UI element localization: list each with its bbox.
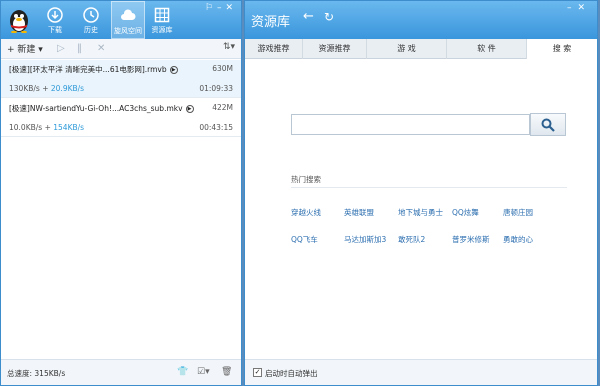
grid-icon — [154, 7, 170, 23]
cloud-icon — [121, 9, 136, 20]
pause-icon[interactable]: ‖ — [77, 43, 82, 54]
hot-search-link[interactable]: 马达加斯加3 — [344, 234, 386, 245]
nav-tab-history[interactable]: 历史 — [77, 1, 105, 39]
download-icon — [47, 7, 63, 23]
qq-penguin-icon[interactable] — [8, 7, 30, 33]
hot-search-link[interactable]: 勇敢的心 — [503, 234, 533, 245]
task-name: [极速][环太平洋 清晰完美中...61电影网].rmvb ▶ — [9, 64, 178, 75]
task-remaining-time: 01:09:33 — [199, 84, 233, 93]
nav-tab-cloud[interactable]: 旋风空间 — [111, 1, 145, 39]
category-tabs: 游戏推荐 资源推荐 游 戏 软 件 搜 索 — [245, 39, 597, 60]
hot-search-link[interactable]: 穿越火线 — [291, 207, 321, 218]
upload-speed: 154KB/s — [53, 123, 85, 132]
divider — [291, 187, 567, 188]
skin-icon[interactable]: ⚐ — [205, 3, 217, 13]
checklist-icon[interactable]: ☑▾ — [197, 367, 210, 377]
hot-search-link[interactable]: QQ飞车 — [291, 234, 318, 245]
task-row[interactable]: [极速][环太平洋 清晰完美中...61电影网].rmvb ▶ 630M 130K… — [1, 60, 241, 98]
task-name: [极速]NW-sartiendYu-Gi-Oh!...AC3chs_sub.mk… — [9, 103, 194, 114]
download-speed: 10.0KB/s — [9, 123, 43, 132]
close-button[interactable]: ✕ — [225, 3, 237, 13]
nav-tab-label: 下载 — [48, 26, 62, 34]
nav-tab-library[interactable]: 资源库 — [147, 1, 177, 39]
new-task-label: + 新建 — [7, 45, 36, 55]
hot-search-link[interactable]: 敢死队2 — [398, 234, 425, 245]
new-task-button[interactable]: + 新建 ▾ — [7, 42, 43, 55]
tab-game-recommend[interactable]: 游戏推荐 — [245, 39, 303, 59]
new-task-dropdown-icon[interactable]: ▾ — [38, 45, 43, 55]
total-speed: 总速度: 315KB/s — [7, 369, 66, 378]
panel-title: 资源库 — [251, 15, 291, 30]
task-speed: 130KB/s + 20.9KB/s — [9, 84, 85, 93]
search-input[interactable] — [291, 114, 530, 135]
task-size: 630M — [212, 64, 233, 73]
tab-search[interactable]: 搜 索 — [527, 39, 597, 60]
task-remaining-time: 00:43:15 — [199, 123, 233, 132]
delete-icon[interactable]: ✕ — [97, 43, 105, 54]
nav-tab-label: 历史 — [84, 26, 98, 34]
auto-popup-checkbox[interactable]: ✓ — [253, 368, 262, 377]
back-arrow-icon[interactable]: ← — [303, 9, 314, 24]
resource-library-panel: 资源库 ← ↻ –✕ 游戏推荐 资源推荐 游 戏 软 件 搜 索 热门搜索 穿越… — [244, 0, 598, 386]
download-panel: 下载 历史 旋风空间 资源库 ⚐–✕ + 新建 ▾ ▷ ‖ ✕ ⇅▾ [极速][… — [0, 0, 242, 386]
right-header: 资源库 ← ↻ –✕ — [245, 1, 597, 39]
sort-button[interactable]: ⇅▾ — [223, 42, 235, 52]
search-icon — [541, 118, 555, 132]
left-footer: 总速度: 315KB/s 👕 ☑▾ 🗑 — [1, 359, 241, 385]
search-button[interactable] — [530, 113, 566, 136]
task-name-text: [极速]NW-sartiendYu-Gi-Oh!...AC3chs_sub.mk… — [9, 104, 183, 113]
nav-tab-label: 旋风空间 — [114, 27, 142, 35]
task-speed: 10.0KB/s + 154KB/s — [9, 123, 85, 132]
trash-icon[interactable]: 🗑 — [221, 367, 232, 377]
refresh-icon[interactable]: ↻ — [324, 10, 334, 24]
hot-search-link[interactable]: 英雄联盟 — [344, 207, 374, 218]
task-name-text: [极速][环太平洋 清晰完美中...61电影网].rmvb — [9, 65, 167, 74]
auto-popup-label: 启动时自动弹出 — [265, 369, 318, 378]
hot-search-link[interactable]: 唐顿庄园 — [503, 207, 533, 218]
tab-software[interactable]: 软 件 — [447, 39, 527, 59]
tab-games[interactable]: 游 戏 — [367, 39, 447, 59]
tab-resource-recommend[interactable]: 资源推荐 — [303, 39, 367, 59]
history-icon — [83, 7, 99, 23]
hot-search-title: 热门搜索 — [291, 175, 321, 184]
nav-tab-download[interactable]: 下载 — [41, 1, 69, 39]
task-row[interactable]: [极速]NW-sartiendYu-Gi-Oh!...AC3chs_sub.mk… — [1, 99, 241, 137]
nav-tab-label: 资源库 — [151, 26, 173, 34]
start-icon[interactable]: ▷ — [57, 43, 65, 54]
task-size: 422M — [212, 103, 233, 112]
hot-search-link[interactable]: 地下城与勇士 — [398, 207, 443, 218]
left-header: 下载 历史 旋风空间 资源库 ⚐–✕ — [1, 1, 241, 39]
hot-search-link[interactable]: 普罗米修斯 — [452, 234, 490, 245]
left-window-controls: ⚐–✕ — [205, 3, 237, 13]
download-speed: 130KB/s — [9, 84, 40, 93]
minimize-button[interactable]: – — [567, 3, 578, 13]
play-icon[interactable]: ▶ — [169, 66, 178, 74]
close-button[interactable]: ✕ — [577, 3, 591, 13]
shirt-icon[interactable]: 👕 — [177, 367, 188, 377]
upload-speed: 20.9KB/s — [50, 84, 85, 93]
play-icon[interactable]: ▶ — [185, 105, 194, 113]
hot-search-link[interactable]: QQ炫舞 — [452, 207, 479, 218]
right-window-controls: –✕ — [567, 3, 591, 13]
download-toolbar: + 新建 ▾ ▷ ‖ ✕ ⇅▾ — [1, 39, 241, 59]
right-footer: ✓ 启动时自动弹出 — [245, 359, 597, 385]
